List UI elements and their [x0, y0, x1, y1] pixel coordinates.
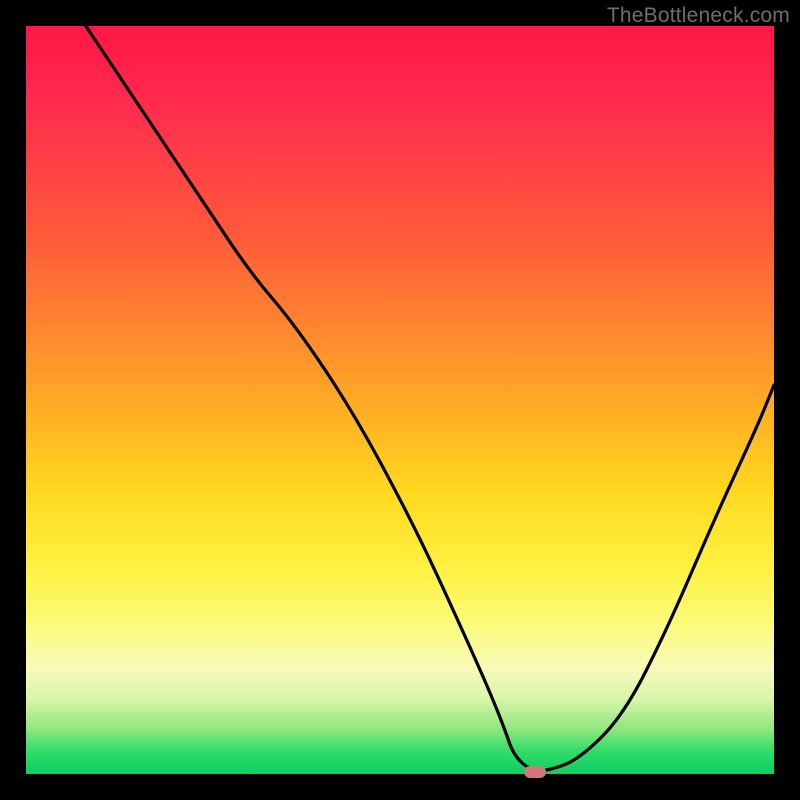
optimal-point-marker: [524, 766, 546, 778]
curve-layer: [26, 26, 774, 774]
watermark-text: TheBottleneck.com: [607, 4, 790, 28]
plot-area: [26, 26, 774, 774]
chart-frame: TheBottleneck.com: [0, 0, 800, 800]
bottleneck-curve: [86, 26, 774, 770]
